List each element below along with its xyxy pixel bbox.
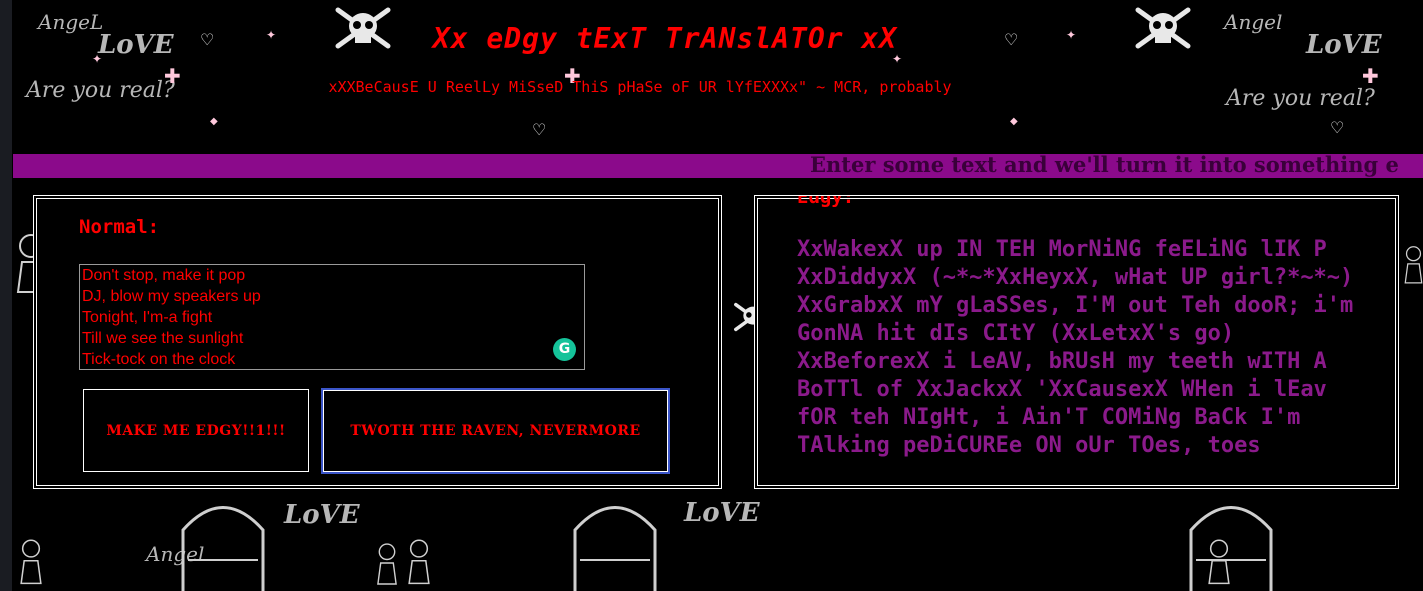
doll-figure-icon [1208,539,1230,585]
input-panel: Normal: Don't stop, make it pop DJ, blow… [33,195,722,489]
doodle-love-text: LoVE [284,500,360,530]
marquee-text: Enter some text and we'll turn it into s… [810,154,1399,177]
page-subtitle: xXXBeCausE U ReelLy MiSseD ThiS pHaSe oF… [328,78,952,96]
doodle-love-text: LoVE [684,498,760,528]
textarea-line: Tick-tock on the clock [82,351,236,368]
marquee-banner: Enter some text and we'll turn it into s… [13,154,1423,178]
doll-figure-icon [377,543,397,585]
doll-figure-icon [1404,246,1423,284]
lyrics-textarea[interactable]: Don't stop, make it pop DJ, blow my spea… [79,264,585,370]
raven-button[interactable]: TWOTH THE RAVEN, NEVERMORE [321,388,670,474]
doll-figure-icon [20,539,42,585]
edgy-label: Edgy: [797,195,855,208]
grammarly-icon[interactable]: G [553,338,576,361]
textarea-line: Don't stop, make it pop [82,267,246,284]
output-panel: Edgy: XxWakexX up IN TEH MorNiNG feELiNG… [754,195,1399,489]
sparkle-icon: ◆ [210,116,218,127]
make-edgy-button[interactable]: MAKE ME EDGY!!1!!! [83,389,309,472]
sparkle-icon: ✚ [1362,64,1379,88]
textarea-line: Till we see the sunlight [82,330,244,347]
edgy-output-text: XxWakexX up IN TEH MorNiNG feELiNG lIK P… [797,237,1354,458]
ghost-figure-icon [573,506,657,591]
normal-label: Normal: [79,216,160,238]
page-title: Xx eDgy tExT TrANslATOr xX [432,22,898,55]
doll-figure-icon [408,539,430,585]
textarea-line: DJ, blow my speakers up [82,288,261,305]
sparkle-icon: ◆ [1010,116,1018,127]
heart-icon: ♡ [1330,118,1345,137]
textarea-line: Tonight, I'm-a fight [82,309,213,326]
heart-icon: ♡ [532,120,547,139]
ghost-figure-icon [181,506,265,591]
